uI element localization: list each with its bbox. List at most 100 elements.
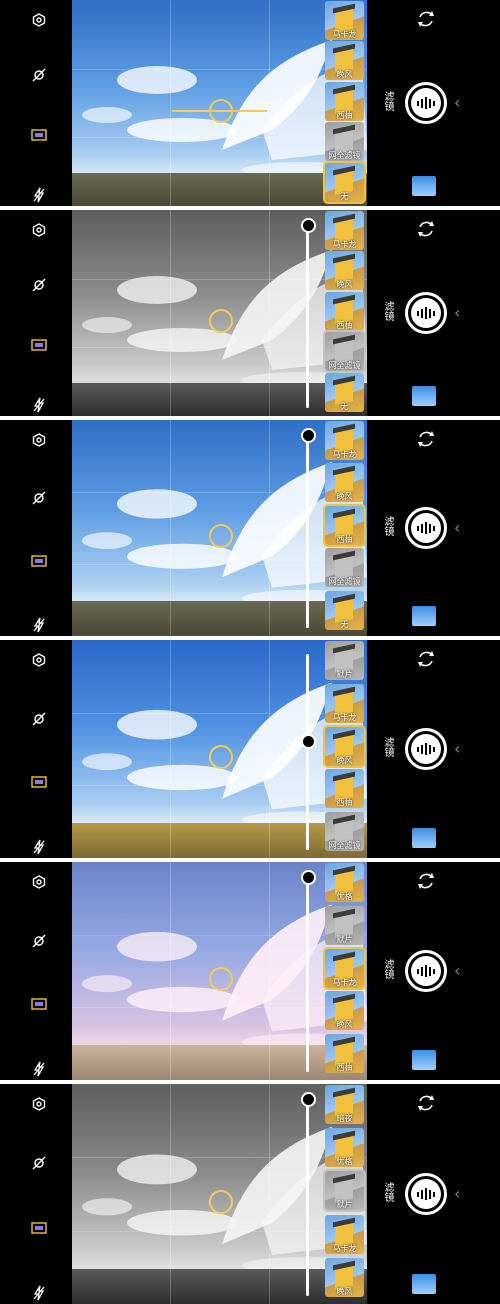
hdr-off-button[interactable] (26, 274, 52, 300)
filter-thumbnail[interactable]: 无 (325, 590, 364, 630)
settings-button[interactable] (26, 1092, 52, 1118)
filter-thumbnail[interactable]: 晚风 (323, 724, 366, 768)
live-photo-button[interactable] (26, 1216, 52, 1242)
filter-intensity-slider[interactable] (306, 1098, 309, 1296)
switch-camera-button[interactable] (415, 428, 437, 450)
hdr-off-button[interactable] (26, 930, 52, 956)
switch-camera-button[interactable] (415, 870, 437, 892)
shutter-button[interactable] (405, 292, 447, 334)
filter-intensity-slider[interactable] (306, 654, 309, 850)
filter-thumbnail[interactable]: 西柚 (325, 291, 364, 331)
flash-off-button[interactable] (26, 184, 52, 206)
hdr-off-button[interactable] (26, 708, 52, 734)
expand-chevron-button[interactable]: ‹ (454, 518, 460, 537)
gallery-thumbnail[interactable] (412, 1274, 436, 1294)
filter-thumbnail[interactable]: 无 (325, 372, 364, 412)
gallery-thumbnail[interactable] (412, 176, 436, 196)
slider-handle[interactable] (301, 1092, 316, 1107)
gallery-thumbnail[interactable] (412, 386, 436, 406)
expand-chevron-button[interactable]: ‹ (454, 1184, 460, 1203)
filter-thumbnail[interactable]: 网全滤镜 (325, 122, 364, 162)
filter-thumbnail[interactable]: 晚风 (325, 41, 364, 81)
filter-thumbnail[interactable]: 马卡龙 (325, 211, 364, 250)
gallery-thumbnail[interactable] (412, 1050, 436, 1070)
filter-thumbnail[interactable]: 马卡龙 (323, 946, 366, 990)
expand-chevron-button[interactable]: ‹ (454, 93, 460, 112)
filter-thumbnail[interactable]: 马卡龙 (325, 1214, 364, 1254)
settings-button[interactable] (26, 218, 52, 244)
flash-off-button[interactable] (26, 1282, 52, 1304)
filter-thumbnail[interactable]: 优格 (325, 863, 364, 902)
filter-thumbnail[interactable]: 马卡龙 (325, 1, 364, 40)
filter-intensity-slider[interactable] (306, 876, 309, 1072)
filter-thumbnail[interactable]: 西柚 (325, 81, 364, 121)
shutter-button[interactable] (405, 507, 447, 549)
filter-thumbnail[interactable]: 无 (323, 160, 366, 204)
shutter-button[interactable] (405, 950, 447, 992)
flash-off-button[interactable] (26, 394, 52, 416)
hdr-off-button[interactable] (26, 487, 52, 513)
filter-thumbnail[interactable]: 默片 (325, 641, 364, 680)
switch-camera-button[interactable] (415, 648, 437, 670)
filter-thumbnail[interactable]: 晚风 (325, 463, 364, 503)
filter-thumbnail[interactable]: 网全滤镜 (325, 812, 364, 852)
viewfinder-preview[interactable] (72, 640, 367, 858)
settings-button[interactable] (26, 870, 52, 896)
focus-ring[interactable] (209, 966, 233, 991)
viewfinder-preview[interactable] (72, 420, 367, 636)
shutter-button[interactable] (405, 82, 447, 124)
filter-thumbnail[interactable]: 马卡龙 (325, 421, 364, 460)
slider-handle[interactable] (301, 428, 316, 443)
live-photo-button[interactable] (26, 771, 52, 797)
slider-handle[interactable] (301, 870, 316, 885)
filter-thumbnail[interactable]: 默片 (325, 905, 364, 945)
filter-thumbnail[interactable]: 西柚 (323, 503, 366, 547)
viewfinder-preview[interactable] (72, 210, 367, 416)
viewfinder-preview[interactable] (72, 862, 367, 1080)
exposure-line[interactable] (172, 109, 267, 112)
filter-thumbnail[interactable]: 优格 (325, 1128, 364, 1168)
viewfinder-preview[interactable] (72, 0, 367, 206)
expand-chevron-button[interactable]: ‹ (454, 303, 460, 322)
shutter-button[interactable] (405, 1173, 447, 1215)
filter-thumbnail[interactable]: 晚风 (325, 1257, 364, 1297)
hdr-off-button[interactable] (26, 64, 52, 90)
shutter-button[interactable] (405, 728, 447, 770)
filter-thumbnail[interactable]: 晚风 (325, 991, 364, 1031)
live-photo-button[interactable] (26, 993, 52, 1019)
switch-camera-button[interactable] (415, 218, 437, 240)
expand-chevron-button[interactable]: ‹ (454, 961, 460, 980)
settings-button[interactable] (26, 428, 52, 454)
flash-off-button[interactable] (26, 1058, 52, 1080)
focus-ring[interactable] (209, 1189, 233, 1214)
gallery-thumbnail[interactable] (412, 828, 436, 848)
filter-thumbnail[interactable]: 暗夜 (325, 1085, 364, 1124)
live-photo-button[interactable] (26, 334, 52, 360)
filter-intensity-slider[interactable] (306, 434, 309, 628)
settings-button[interactable] (26, 648, 52, 674)
expand-chevron-button[interactable]: ‹ (454, 739, 460, 758)
switch-camera-button[interactable] (415, 8, 437, 30)
focus-ring[interactable] (209, 308, 233, 333)
filter-thumbnail[interactable]: 西柚 (325, 769, 364, 809)
settings-button[interactable] (26, 8, 52, 34)
flash-off-button[interactable] (26, 614, 52, 636)
flash-off-button[interactable] (26, 836, 52, 858)
viewfinder-preview[interactable] (72, 1084, 367, 1304)
focus-ring[interactable] (209, 523, 233, 548)
focus-ring[interactable] (209, 744, 233, 769)
filter-thumbnail[interactable]: 马卡龙 (325, 683, 364, 723)
filter-thumbnail[interactable]: 晚风 (325, 251, 364, 291)
slider-handle[interactable] (301, 218, 316, 233)
filter-thumbnail[interactable]: 默片 (323, 1169, 366, 1213)
gallery-thumbnail[interactable] (412, 606, 436, 626)
slider-handle[interactable] (301, 733, 316, 749)
hdr-off-button[interactable] (26, 1152, 52, 1178)
filter-thumbnail[interactable]: 网全滤镜 (323, 330, 366, 374)
switch-camera-button[interactable] (415, 1092, 437, 1114)
live-photo-button[interactable] (26, 124, 52, 150)
filter-intensity-slider[interactable] (306, 224, 309, 408)
live-photo-button[interactable] (26, 550, 52, 576)
filter-thumbnail[interactable]: 西柚 (325, 1034, 364, 1074)
filter-thumbnail[interactable]: 网全滤镜 (325, 548, 364, 588)
